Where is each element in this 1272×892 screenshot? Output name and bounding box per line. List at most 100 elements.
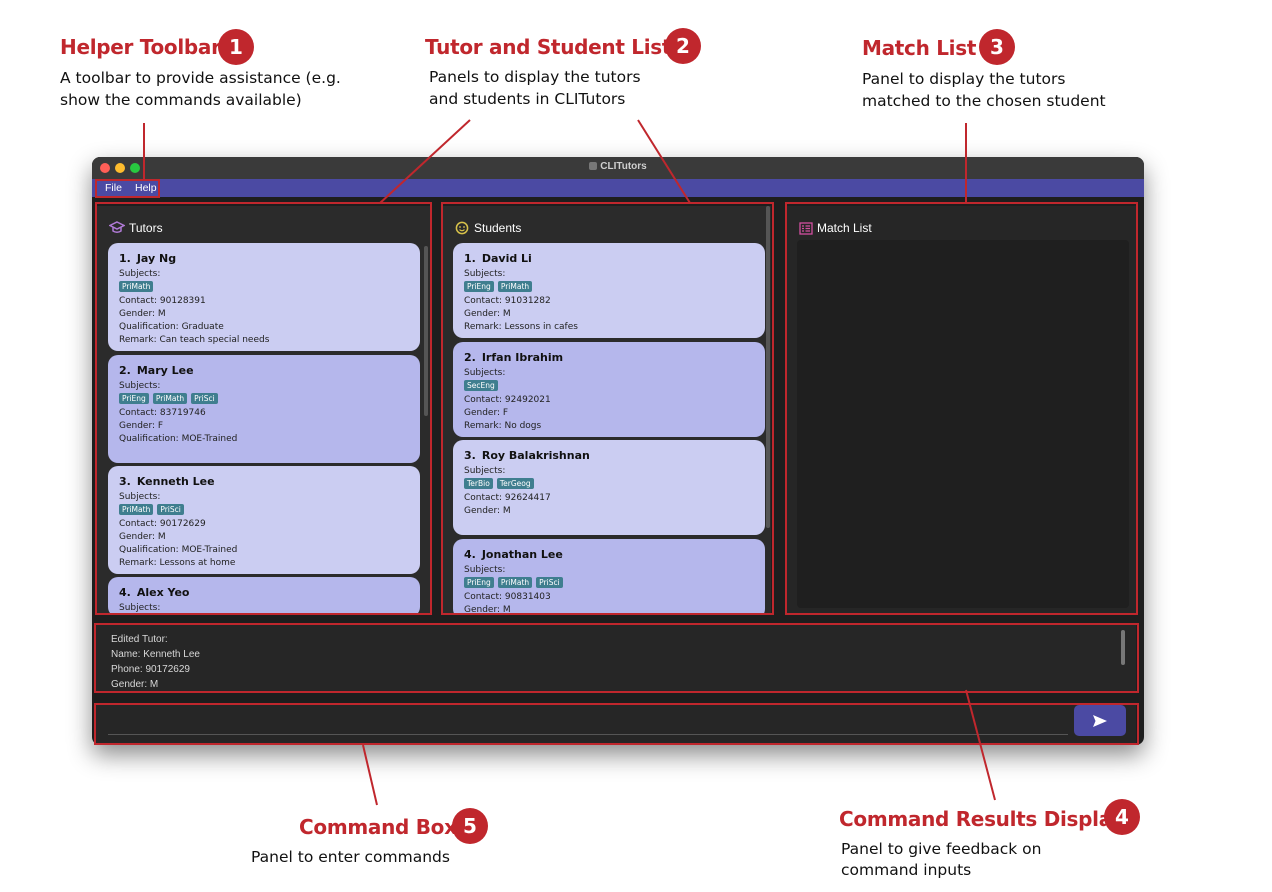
annotation-title: Match List bbox=[862, 36, 977, 60]
card-name: Kenneth Lee bbox=[136, 475, 215, 488]
annotation-description: show the commands available) bbox=[60, 91, 302, 109]
subject-tag: PriMath bbox=[119, 281, 154, 292]
command-result-display[interactable]: Edited Tutor: Name: Kenneth Lee Phone: 9… bbox=[96, 623, 1136, 691]
subject-tags: PriEng PriMath PriSci bbox=[119, 393, 409, 406]
card-detail: Gender: M bbox=[464, 506, 511, 516]
match-list-header: Match List bbox=[799, 221, 872, 235]
student-face-icon bbox=[455, 221, 469, 235]
subject-tags: TerBio TerGeog bbox=[464, 478, 754, 491]
subject-tag: PriEng bbox=[464, 577, 494, 588]
graduation-cap-icon bbox=[109, 221, 125, 233]
match-list-panel: Match List bbox=[787, 206, 1136, 613]
card-detail: Contact: 83719746 bbox=[119, 408, 206, 418]
tutor-list-title: Tutors bbox=[129, 221, 163, 235]
list-card[interactable]: 3. Kenneth Lee Subjects: PriMath PriSci Conta… bbox=[108, 466, 420, 574]
result-text: Edited Tutor: Name: Kenneth Lee Phone: 9… bbox=[111, 632, 200, 692]
subject-tag: PriEng bbox=[119, 393, 149, 404]
subject-tag: PriMath bbox=[497, 281, 533, 292]
annotation-description: A toolbar to provide assistance (e.g. bbox=[60, 69, 341, 87]
card-index: 4. bbox=[119, 586, 131, 599]
list-card[interactable]: 2. Irfan Ibrahim Subjects: SecEng Contact: 9… bbox=[453, 342, 765, 437]
subject-tag: SecEng bbox=[464, 380, 498, 391]
card-detail: Gender: M bbox=[119, 532, 166, 542]
subjects-label: Subjects: bbox=[464, 368, 506, 378]
card-index: 4. bbox=[464, 548, 476, 561]
card-index: 3. bbox=[119, 475, 131, 488]
result-scrollbar[interactable] bbox=[1121, 630, 1125, 665]
subjects-label: Subjects: bbox=[119, 603, 161, 613]
list-card[interactable]: 1. Jay Ng Subjects: PriMath Contact: 9012839… bbox=[108, 243, 420, 351]
annotation-number-badge: 1 bbox=[218, 29, 254, 65]
card-name: Roy Balakrishnan bbox=[481, 449, 590, 462]
card-name-row: 3. Roy Balakrishnan bbox=[464, 449, 754, 462]
subject-tags: PriEng PriMath bbox=[464, 281, 754, 294]
student-list-title: Students bbox=[474, 221, 522, 235]
card-name-row: 2. Mary Lee bbox=[119, 364, 409, 377]
subject-tags: PriMath PriSci bbox=[119, 504, 409, 517]
card-detail: Contact: 90172629 bbox=[119, 519, 206, 529]
card-name: David Li bbox=[481, 252, 532, 265]
list-card[interactable]: 1. David Li Subjects: PriEng PriMath Contact:… bbox=[453, 243, 765, 338]
window-title-text: CLITutors bbox=[600, 161, 647, 172]
student-list-scrollbar[interactable] bbox=[766, 206, 770, 528]
card-detail: Qualification: MOE-Trained bbox=[119, 545, 238, 555]
card-index: 3. bbox=[464, 449, 476, 462]
tutor-list-panel: Tutors 1. Jay Ng Subjects: PriMath Contact: … bbox=[97, 206, 430, 613]
card-index: 2. bbox=[119, 364, 131, 377]
subject-tag: PriSci bbox=[536, 577, 563, 588]
card-index: 1. bbox=[464, 252, 476, 265]
annotation-title: Command Results Display bbox=[839, 807, 1125, 831]
list-card[interactable]: 2. Mary Lee Subjects: PriEng PriMath PriSci Co… bbox=[108, 355, 420, 463]
result-line: Edited Tutor: bbox=[111, 634, 168, 645]
annotation-number-badge: 5 bbox=[452, 808, 488, 844]
card-detail: Qualification: Graduate bbox=[119, 322, 224, 332]
annotation-description: command inputs bbox=[841, 861, 972, 879]
card-detail: Gender: F bbox=[464, 408, 509, 418]
menu-help[interactable]: Help bbox=[135, 182, 157, 194]
card-detail: Remark: No dogs bbox=[464, 421, 542, 431]
menu-file[interactable]: File bbox=[105, 182, 122, 194]
subject-tag: PriSci bbox=[191, 393, 218, 404]
annotation-description: matched to the chosen student bbox=[862, 92, 1106, 110]
card-detail: Remark: Lessons at home bbox=[119, 558, 236, 568]
command-box-panel bbox=[96, 703, 1136, 743]
subject-tag: PriMath bbox=[152, 393, 188, 404]
result-line: Name: Kenneth Lee bbox=[111, 649, 200, 660]
send-button[interactable] bbox=[1074, 705, 1126, 736]
card-index: 2. bbox=[464, 351, 476, 364]
card-detail: Gender: M bbox=[464, 309, 511, 319]
command-input[interactable] bbox=[108, 709, 1068, 735]
match-list-title: Match List bbox=[817, 221, 872, 235]
subjects-label: Subjects: bbox=[119, 269, 161, 279]
subject-tags: PriMath bbox=[119, 281, 409, 294]
annotation-title: Tutor and Student Lists bbox=[425, 35, 683, 59]
subjects-label: Subjects: bbox=[464, 269, 506, 279]
app-icon bbox=[589, 162, 598, 170]
subject-tag: PriSci bbox=[157, 504, 184, 515]
result-line: Gender: M bbox=[111, 679, 159, 690]
card-detail: Contact: 92492021 bbox=[464, 395, 551, 405]
card-name-row: 4. Alex Yeo bbox=[119, 586, 409, 599]
subject-tag: PriEng bbox=[464, 281, 494, 292]
helper-toolbar: File Help bbox=[92, 179, 1144, 197]
subjects-label: Subjects: bbox=[464, 466, 506, 476]
card-name: Irfan Ibrahim bbox=[481, 351, 564, 364]
list-card[interactable]: 4. Alex Yeo Subjects: bbox=[108, 577, 420, 613]
card-index: 1. bbox=[119, 252, 131, 265]
subject-tags: PriEng PriMath PriSci bbox=[464, 577, 754, 590]
annotation-description: Panel to enter commands bbox=[251, 848, 450, 866]
match-list-content[interactable] bbox=[797, 240, 1129, 608]
card-detail: Contact: 91031282 bbox=[464, 296, 551, 306]
card-detail: Gender: M bbox=[119, 309, 166, 319]
card-name-row: 4. Jonathan Lee bbox=[464, 548, 754, 561]
list-card[interactable]: 4. Jonathan Lee Subjects: PriEng PriMath PriS… bbox=[453, 539, 765, 613]
list-card[interactable]: 3. Roy Balakrishnan Subjects: TerBio TerGeog… bbox=[453, 440, 765, 535]
app-window: CLITutors File Help Tutors 1. Jay Ng Subje… bbox=[92, 157, 1144, 745]
subjects-label: Subjects: bbox=[119, 492, 161, 502]
result-line: Phone: 90172629 bbox=[111, 664, 190, 675]
subject-tags: SecEng bbox=[464, 380, 754, 393]
tutor-list-scrollbar[interactable] bbox=[424, 246, 428, 416]
card-detail: Gender: F bbox=[119, 421, 164, 431]
card-name: Mary Lee bbox=[136, 364, 194, 377]
card-name: Alex Yeo bbox=[136, 586, 190, 599]
